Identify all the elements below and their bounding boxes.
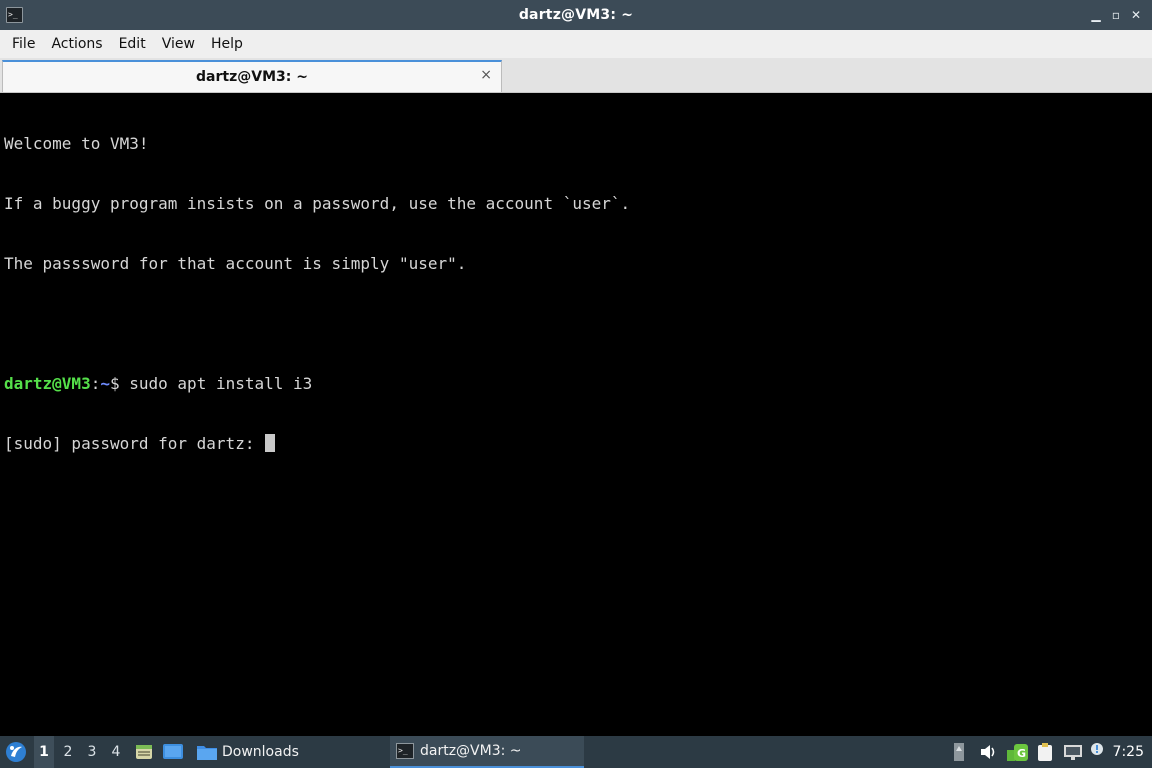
terminal-icon: >_ [6, 7, 23, 23]
terminal-line: The passsword for that account is simply… [4, 254, 467, 273]
taskbar: 1 2 3 4 Downloads >_ dartz@VM3: ~ G 7:25 [0, 736, 1152, 768]
network-update-icon[interactable]: G [1006, 742, 1030, 762]
scroll-indicator-icon[interactable] [952, 742, 966, 762]
terminal-output[interactable]: Welcome to VM3! If a buggy program insis… [0, 93, 1152, 736]
menu-actions[interactable]: Actions [43, 30, 110, 58]
window-controls: ▁ ▫ ✕ [1086, 5, 1146, 25]
minimize-icon[interactable]: ▁ [1086, 5, 1106, 25]
window-title: dartz@VM3: ~ [518, 7, 634, 23]
lxqt-menu-icon[interactable] [4, 740, 28, 764]
tab-label: dartz@VM3: ~ [196, 69, 308, 85]
terminal-cursor [265, 434, 276, 452]
terminal-icon: >_ [396, 743, 414, 759]
volume-icon[interactable] [978, 742, 998, 762]
task-label: dartz@VM3: ~ [420, 743, 522, 759]
terminal-line: If a buggy program insists on a password… [4, 194, 631, 213]
prompt-command: sudo apt install i3 [119, 374, 313, 393]
desktop-3[interactable]: 3 [82, 736, 102, 768]
sudo-prompt-line: [sudo] password for dartz: [4, 434, 1148, 454]
folder-icon [197, 746, 217, 760]
task-label: Downloads [222, 744, 299, 760]
prompt-symbol: $ [109, 374, 120, 393]
menu-edit[interactable]: Edit [111, 30, 154, 58]
close-icon[interactable]: ✕ [1126, 5, 1146, 25]
window-titlebar[interactable]: >_ dartz@VM3: ~ ▁ ▫ ✕ [0, 0, 1152, 30]
network-icon[interactable] [1062, 742, 1084, 762]
menu-help[interactable]: Help [203, 30, 251, 58]
clock[interactable]: 7:25 [1113, 736, 1144, 768]
desktop-2[interactable]: 2 [58, 736, 78, 768]
tab-bar: dartz@VM3: ~ × [0, 58, 1152, 93]
tab-close-icon[interactable]: × [480, 67, 492, 83]
maximize-icon[interactable]: ▫ [1106, 5, 1126, 25]
prompt-colon: : [90, 374, 101, 393]
prompt-path: ~ [100, 374, 110, 393]
desktop-1[interactable]: 1 [34, 736, 54, 768]
clipboard-icon[interactable] [1036, 742, 1054, 762]
notification-icon[interactable] [1090, 742, 1104, 756]
sudo-prompt-text: [sudo] password for dartz: [4, 434, 265, 453]
menu-bar: File Actions Edit View Help [0, 30, 1152, 58]
svg-text:G: G [1017, 747, 1026, 760]
terminal-line: Welcome to VM3! [4, 134, 149, 153]
prompt-line: dartz@VM3:~$ sudo apt install i3 [4, 374, 1148, 394]
tab-terminal[interactable]: dartz@VM3: ~ × [2, 60, 502, 92]
prompt-user-host: dartz@VM3 [4, 374, 91, 393]
show-desktop-icon[interactable] [162, 742, 184, 762]
task-terminal[interactable]: >_ dartz@VM3: ~ [390, 736, 584, 768]
menu-view[interactable]: View [154, 30, 203, 58]
file-manager-icon[interactable] [134, 742, 154, 762]
menu-file[interactable]: File [4, 30, 43, 58]
task-downloads[interactable]: Downloads [190, 736, 380, 768]
desktop-4[interactable]: 4 [106, 736, 126, 768]
